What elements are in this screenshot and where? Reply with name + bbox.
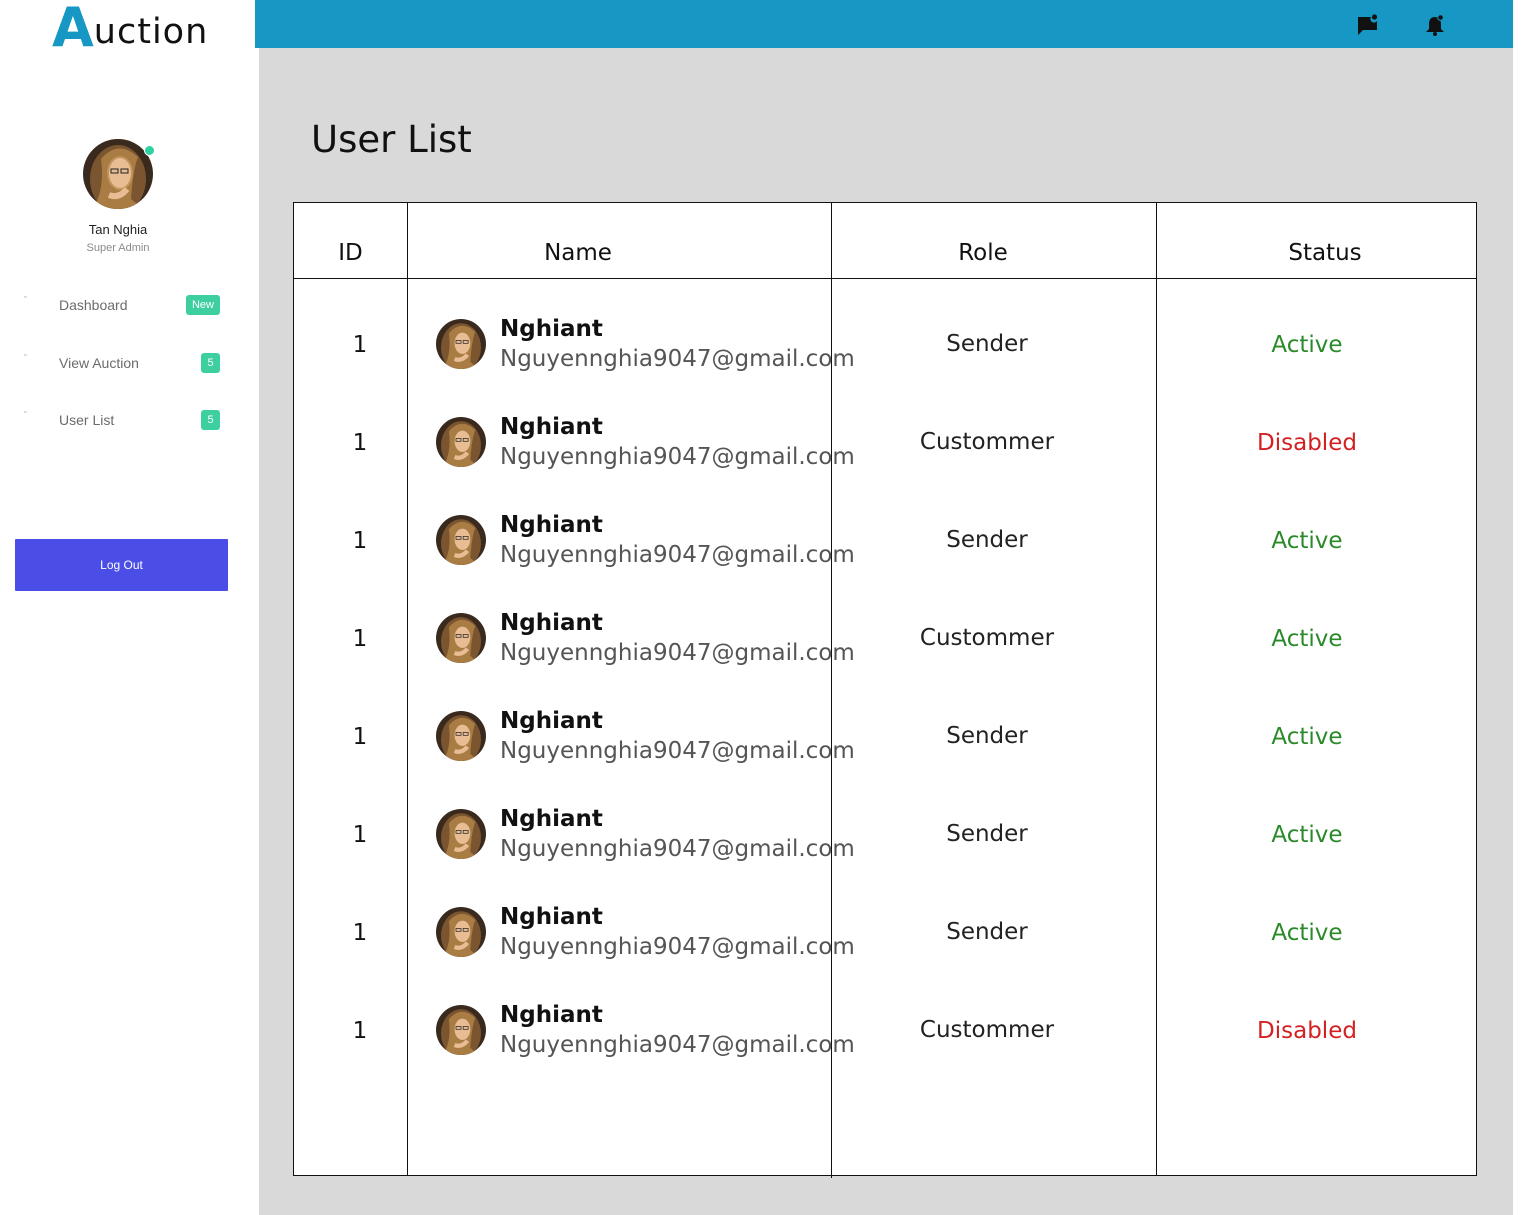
- user-role: Sender: [946, 527, 1028, 553]
- status-badge[interactable]: Active: [1206, 528, 1408, 554]
- sidebar-item-view-auction[interactable]: ▫ View Auction 5: [24, 351, 220, 375]
- cell-id: 1: [352, 332, 368, 358]
- user-name[interactable]: Nghiant: [500, 512, 603, 538]
- user-email: Nguyennghia9047@gmail.com: [500, 836, 855, 862]
- status-badge[interactable]: Active: [1206, 332, 1408, 358]
- app-logo[interactable]: A uction: [52, 0, 209, 59]
- avatar: [436, 1005, 486, 1055]
- user-email: Nguyennghia9047@gmail.com: [500, 640, 855, 666]
- count-badge: 5: [201, 353, 220, 373]
- new-badge: New: [185, 295, 220, 315]
- user-name[interactable]: Nghiant: [500, 708, 603, 734]
- logo-text: uction: [93, 12, 209, 52]
- avatar: [436, 417, 486, 467]
- page-title: User List: [311, 118, 472, 161]
- message-notification-icon[interactable]: [1357, 14, 1379, 36]
- sidebar-item-label: User List: [59, 412, 115, 428]
- user-role: Custommer: [919, 429, 1055, 455]
- column-header-name[interactable]: Name: [408, 240, 748, 266]
- user-email: Nguyennghia9047@gmail.com: [500, 934, 855, 960]
- user-name[interactable]: Nghiant: [500, 806, 603, 832]
- column-divider: [1156, 202, 1157, 1176]
- user-role: Custommer: [919, 1017, 1055, 1043]
- logo-initial: A: [52, 0, 94, 59]
- user-role: Custommer: [919, 625, 1055, 651]
- dashboard-icon: ▫: [24, 294, 27, 301]
- cell-id: 1: [352, 724, 368, 750]
- user-email: Nguyennghia9047@gmail.com: [500, 542, 855, 568]
- avatar[interactable]: [83, 139, 153, 209]
- sidebar-item-label: View Auction: [59, 355, 139, 371]
- count-badge: 5: [201, 410, 220, 430]
- user-name[interactable]: Nghiant: [500, 610, 603, 636]
- header-divider: [293, 278, 1477, 279]
- sidebar-item-label: Dashboard: [59, 297, 128, 313]
- user-email: Nguyennghia9047@gmail.com: [500, 738, 855, 764]
- cell-id: 1: [352, 822, 368, 848]
- status-badge[interactable]: Active: [1206, 920, 1408, 946]
- cell-id: 1: [352, 528, 368, 554]
- auction-icon: ▫: [24, 352, 27, 359]
- users-icon: ▫: [24, 409, 27, 416]
- profile-role: Super Admin: [86, 242, 150, 254]
- avatar: [436, 711, 486, 761]
- avatar: [436, 515, 486, 565]
- cell-id: 1: [352, 1018, 368, 1044]
- avatar: [436, 319, 486, 369]
- sidebar-item-dashboard[interactable]: ▫ Dashboard New: [24, 293, 220, 317]
- user-email: Nguyennghia9047@gmail.com: [500, 346, 855, 372]
- cell-id: 1: [352, 920, 368, 946]
- user-name[interactable]: Nghiant: [500, 414, 603, 440]
- column-header-status[interactable]: Status: [1157, 240, 1493, 266]
- status-badge[interactable]: Disabled: [1206, 430, 1408, 456]
- avatar: [436, 613, 486, 663]
- cell-id: 1: [352, 626, 368, 652]
- user-email: Nguyennghia9047@gmail.com: [500, 1032, 855, 1058]
- user-role: Sender: [946, 919, 1028, 945]
- top-bar: [255, 0, 1513, 48]
- bell-notification-icon[interactable]: [1424, 14, 1446, 36]
- column-divider: [407, 202, 408, 1176]
- avatar: [436, 809, 486, 859]
- column-header-id[interactable]: ID: [294, 240, 407, 266]
- user-email: Nguyennghia9047@gmail.com: [500, 444, 855, 470]
- user-role: Sender: [946, 821, 1028, 847]
- sidebar-item-user-list[interactable]: ▫ User List 5: [24, 408, 220, 432]
- status-badge[interactable]: Active: [1206, 626, 1408, 652]
- status-badge[interactable]: Active: [1206, 724, 1408, 750]
- online-status-dot: [144, 145, 155, 156]
- status-badge[interactable]: Disabled: [1206, 1018, 1408, 1044]
- cell-id: 1: [352, 430, 368, 456]
- logout-button[interactable]: Log Out: [15, 539, 228, 591]
- user-role: Sender: [946, 723, 1028, 749]
- user-name[interactable]: Nghiant: [500, 316, 603, 342]
- user-name[interactable]: Nghiant: [500, 904, 603, 930]
- sidebar: A uction Tan Nghia Super Admin ▫ Dashboa…: [0, 0, 259, 1215]
- user-role: Sender: [946, 331, 1028, 357]
- column-header-role[interactable]: Role: [832, 240, 1134, 266]
- avatar: [436, 907, 486, 957]
- profile-name: Tan Nghia: [88, 222, 148, 237]
- status-badge[interactable]: Active: [1206, 822, 1408, 848]
- user-name[interactable]: Nghiant: [500, 1002, 603, 1028]
